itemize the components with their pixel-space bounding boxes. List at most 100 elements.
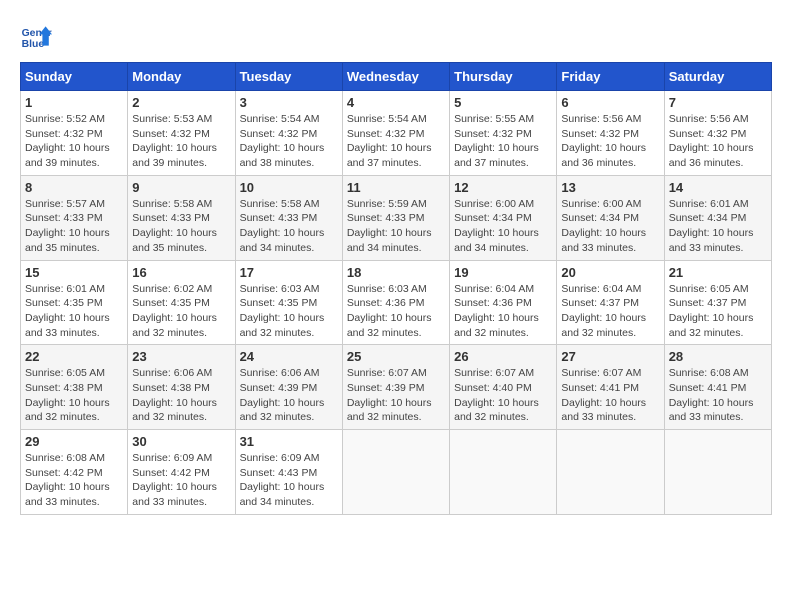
calendar-cell: 27 Sunrise: 6:07 AM Sunset: 4:41 PM Dayli…: [557, 345, 664, 430]
calendar-cell: 3 Sunrise: 5:54 AM Sunset: 4:32 PM Daylig…: [235, 91, 342, 176]
day-info: Sunrise: 5:54 AM Sunset: 4:32 PM Dayligh…: [240, 112, 338, 171]
page-header: General Blue: [20, 20, 772, 52]
day-info: Sunrise: 6:03 AM Sunset: 4:36 PM Dayligh…: [347, 282, 445, 341]
calendar-cell: 2 Sunrise: 5:53 AM Sunset: 4:32 PM Daylig…: [128, 91, 235, 176]
header-saturday: Saturday: [664, 63, 771, 91]
calendar-cell: 5Sunrise: 5:55 AM Sunset: 4:32 PM Daylig…: [450, 91, 557, 176]
week-row-5: 29 Sunrise: 6:08 AM Sunset: 4:42 PM Dayli…: [21, 430, 772, 515]
calendar-cell: 29 Sunrise: 6:08 AM Sunset: 4:42 PM Dayli…: [21, 430, 128, 515]
day-info: Sunrise: 5:56 AM Sunset: 4:32 PM Dayligh…: [669, 112, 767, 171]
day-info: Sunrise: 6:01 AM Sunset: 4:34 PM Dayligh…: [669, 197, 767, 256]
day-number: 27: [561, 349, 659, 364]
day-number: 28: [669, 349, 767, 364]
day-number: 16: [132, 265, 230, 280]
calendar-cell: [342, 430, 449, 515]
day-info: Sunrise: 5:56 AM Sunset: 4:32 PM Dayligh…: [561, 112, 659, 171]
day-info: Sunrise: 5:57 AM Sunset: 4:33 PM Dayligh…: [25, 197, 123, 256]
day-info: Sunrise: 5:53 AM Sunset: 4:32 PM Dayligh…: [132, 112, 230, 171]
day-number: 25: [347, 349, 445, 364]
day-number: 11: [347, 180, 445, 195]
day-number: 7: [669, 95, 767, 110]
day-number: 21: [669, 265, 767, 280]
day-number: 13: [561, 180, 659, 195]
day-number: 30: [132, 434, 230, 449]
calendar-cell: [450, 430, 557, 515]
day-info: Sunrise: 6:02 AM Sunset: 4:35 PM Dayligh…: [132, 282, 230, 341]
day-info: Sunrise: 5:59 AM Sunset: 4:33 PM Dayligh…: [347, 197, 445, 256]
day-number: 29: [25, 434, 123, 449]
day-number: 26: [454, 349, 552, 364]
week-row-3: 15 Sunrise: 6:01 AM Sunset: 4:35 PM Dayli…: [21, 260, 772, 345]
day-info: Sunrise: 6:07 AM Sunset: 4:41 PM Dayligh…: [561, 366, 659, 425]
calendar-cell: 16 Sunrise: 6:02 AM Sunset: 4:35 PM Dayli…: [128, 260, 235, 345]
day-info: Sunrise: 6:01 AM Sunset: 4:35 PM Dayligh…: [25, 282, 123, 341]
calendar-cell: 18 Sunrise: 6:03 AM Sunset: 4:36 PM Dayli…: [342, 260, 449, 345]
day-info: Sunrise: 6:00 AM Sunset: 4:34 PM Dayligh…: [454, 197, 552, 256]
day-number: 17: [240, 265, 338, 280]
day-info: Sunrise: 6:07 AM Sunset: 4:40 PM Dayligh…: [454, 366, 552, 425]
calendar-cell: 7 Sunrise: 5:56 AM Sunset: 4:32 PM Daylig…: [664, 91, 771, 176]
header-sunday: Sunday: [21, 63, 128, 91]
header-wednesday: Wednesday: [342, 63, 449, 91]
calendar-cell: 8 Sunrise: 5:57 AM Sunset: 4:33 PM Daylig…: [21, 175, 128, 260]
week-row-2: 8 Sunrise: 5:57 AM Sunset: 4:33 PM Daylig…: [21, 175, 772, 260]
day-number: 2: [132, 95, 230, 110]
header-tuesday: Tuesday: [235, 63, 342, 91]
calendar-cell: 28 Sunrise: 6:08 AM Sunset: 4:41 PM Dayli…: [664, 345, 771, 430]
day-number: 22: [25, 349, 123, 364]
calendar-cell: 24 Sunrise: 6:06 AM Sunset: 4:39 PM Dayli…: [235, 345, 342, 430]
calendar-cell: 26 Sunrise: 6:07 AM Sunset: 4:40 PM Dayli…: [450, 345, 557, 430]
calendar-cell: 4 Sunrise: 5:54 AM Sunset: 4:32 PM Daylig…: [342, 91, 449, 176]
calendar-cell: 22Sunrise: 6:05 AM Sunset: 4:38 PM Dayli…: [21, 345, 128, 430]
logo: General Blue: [20, 20, 56, 52]
day-number: 24: [240, 349, 338, 364]
calendar-header-row: SundayMondayTuesdayWednesdayThursdayFrid…: [21, 63, 772, 91]
day-number: 9: [132, 180, 230, 195]
day-number: 31: [240, 434, 338, 449]
day-info: Sunrise: 6:08 AM Sunset: 4:41 PM Dayligh…: [669, 366, 767, 425]
day-number: 18: [347, 265, 445, 280]
day-number: 12: [454, 180, 552, 195]
header-monday: Monday: [128, 63, 235, 91]
calendar-cell: 21 Sunrise: 6:05 AM Sunset: 4:37 PM Dayli…: [664, 260, 771, 345]
day-info: Sunrise: 5:58 AM Sunset: 4:33 PM Dayligh…: [240, 197, 338, 256]
calendar-cell: 15 Sunrise: 6:01 AM Sunset: 4:35 PM Dayli…: [21, 260, 128, 345]
day-info: Sunrise: 6:06 AM Sunset: 4:38 PM Dayligh…: [132, 366, 230, 425]
day-number: 6: [561, 95, 659, 110]
calendar-cell: 31 Sunrise: 6:09 AM Sunset: 4:43 PM Dayli…: [235, 430, 342, 515]
day-number: 5: [454, 95, 552, 110]
header-thursday: Thursday: [450, 63, 557, 91]
day-info: Sunrise: 6:05 AM Sunset: 4:37 PM Dayligh…: [669, 282, 767, 341]
svg-text:Blue: Blue: [22, 39, 45, 50]
calendar-cell: 23 Sunrise: 6:06 AM Sunset: 4:38 PM Dayli…: [128, 345, 235, 430]
calendar-cell: 1Sunrise: 5:52 AM Sunset: 4:32 PM Daylig…: [21, 91, 128, 176]
day-number: 23: [132, 349, 230, 364]
day-number: 3: [240, 95, 338, 110]
day-number: 10: [240, 180, 338, 195]
day-info: Sunrise: 6:06 AM Sunset: 4:39 PM Dayligh…: [240, 366, 338, 425]
calendar-cell: 30 Sunrise: 6:09 AM Sunset: 4:42 PM Dayli…: [128, 430, 235, 515]
day-info: Sunrise: 6:07 AM Sunset: 4:39 PM Dayligh…: [347, 366, 445, 425]
day-info: Sunrise: 5:54 AM Sunset: 4:32 PM Dayligh…: [347, 112, 445, 171]
calendar-table: SundayMondayTuesdayWednesdayThursdayFrid…: [20, 62, 772, 515]
day-info: Sunrise: 6:09 AM Sunset: 4:43 PM Dayligh…: [240, 451, 338, 510]
header-friday: Friday: [557, 63, 664, 91]
day-info: Sunrise: 6:08 AM Sunset: 4:42 PM Dayligh…: [25, 451, 123, 510]
calendar-cell: 11 Sunrise: 5:59 AM Sunset: 4:33 PM Dayli…: [342, 175, 449, 260]
week-row-4: 22Sunrise: 6:05 AM Sunset: 4:38 PM Dayli…: [21, 345, 772, 430]
calendar-cell: 19 Sunrise: 6:04 AM Sunset: 4:36 PM Dayli…: [450, 260, 557, 345]
day-number: 15: [25, 265, 123, 280]
day-info: Sunrise: 6:04 AM Sunset: 4:37 PM Dayligh…: [561, 282, 659, 341]
day-info: Sunrise: 5:58 AM Sunset: 4:33 PM Dayligh…: [132, 197, 230, 256]
calendar-cell: [664, 430, 771, 515]
day-number: 4: [347, 95, 445, 110]
calendar-cell: 20 Sunrise: 6:04 AM Sunset: 4:37 PM Dayli…: [557, 260, 664, 345]
day-info: Sunrise: 6:04 AM Sunset: 4:36 PM Dayligh…: [454, 282, 552, 341]
calendar-cell: 14Sunrise: 6:01 AM Sunset: 4:34 PM Dayli…: [664, 175, 771, 260]
day-number: 8: [25, 180, 123, 195]
day-number: 19: [454, 265, 552, 280]
day-info: Sunrise: 6:09 AM Sunset: 4:42 PM Dayligh…: [132, 451, 230, 510]
day-number: 20: [561, 265, 659, 280]
calendar-cell: 10 Sunrise: 5:58 AM Sunset: 4:33 PM Dayli…: [235, 175, 342, 260]
calendar-cell: 17Sunrise: 6:03 AM Sunset: 4:35 PM Dayli…: [235, 260, 342, 345]
